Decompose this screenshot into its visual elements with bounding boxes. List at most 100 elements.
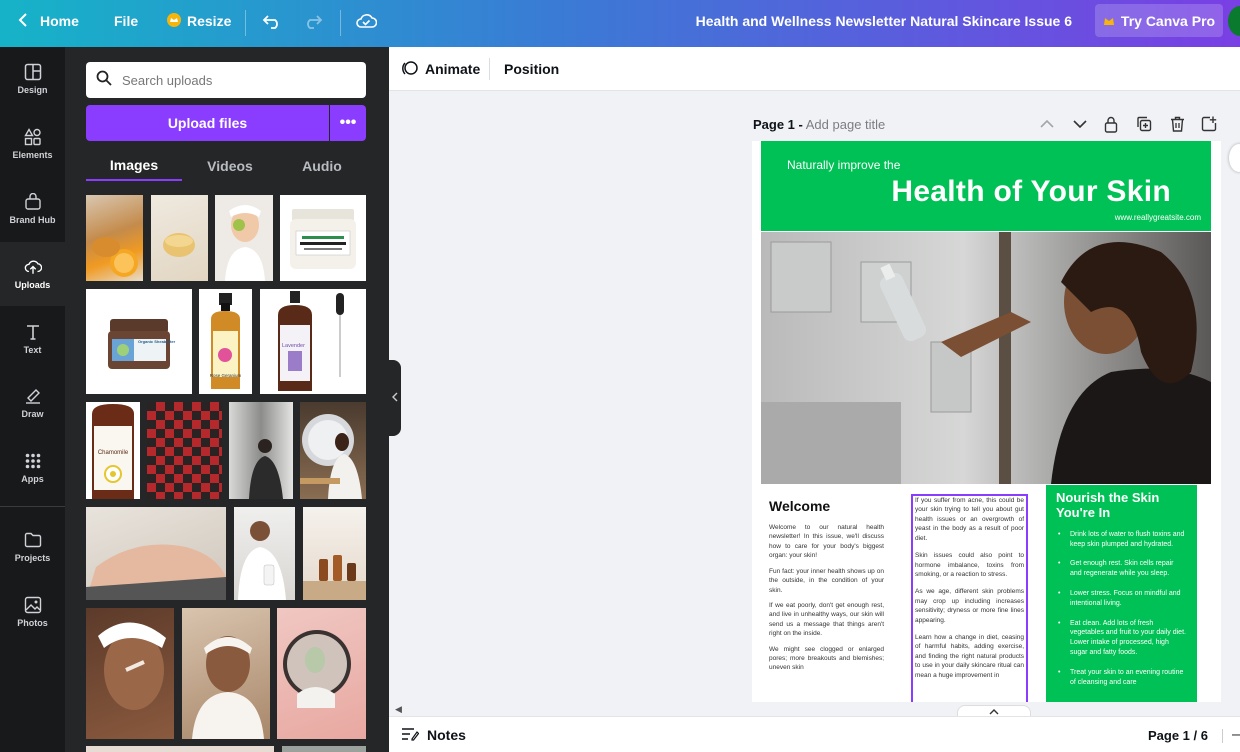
design-page[interactable]: Naturally improve the Health of Your Ski…	[752, 141, 1221, 702]
list-item[interactable]: Drink lots of water to flush toxins and …	[1056, 530, 1187, 550]
rail-item-photos[interactable]: Photos	[0, 580, 65, 644]
notes-label: Notes	[427, 727, 466, 743]
tab-videos[interactable]: Videos	[182, 151, 278, 181]
list-item[interactable]: Eat clean. Add lots of fresh vegetables …	[1056, 619, 1187, 658]
upload-thumbnail[interactable]	[86, 507, 226, 600]
upload-thumbnail[interactable]	[282, 746, 366, 752]
move-page-down-icon[interactable]	[1071, 115, 1089, 133]
upload-thumbnail[interactable]: Organic Sheabutter	[86, 289, 192, 394]
zoom-out-icon[interactable]: –	[1232, 717, 1240, 752]
headline-text[interactable]: Health of Your Skin	[761, 175, 1171, 209]
upload-thumbnail[interactable]	[182, 608, 270, 739]
kicker-text[interactable]: Naturally improve the	[787, 158, 900, 172]
product-label: Rose Geranium	[209, 373, 242, 378]
nourish-heading[interactable]: Nourish the Skin You're In	[1056, 490, 1187, 521]
chevron-left-icon	[392, 392, 398, 405]
upload-thumbnail[interactable]	[151, 195, 208, 281]
rail-label: Design	[17, 85, 48, 95]
welcome-heading[interactable]: Welcome	[769, 498, 884, 514]
animate-icon	[401, 59, 419, 80]
home-button[interactable]: Home	[18, 0, 79, 42]
upload-thumbnail[interactable]	[229, 402, 293, 499]
upload-thumbnail[interactable]	[303, 507, 366, 600]
welcome-paragraph[interactable]: If we eat poorly, don't get enough rest,…	[769, 601, 884, 639]
tab-images[interactable]: Images	[86, 151, 182, 181]
avatar[interactable]	[1228, 6, 1240, 36]
search-icon	[96, 70, 112, 91]
rail-item-uploads[interactable]: Uploads	[0, 242, 65, 306]
page-title-input[interactable]: Add page title	[806, 117, 886, 132]
nourish-box[interactable]: Nourish the Skin You're In Drink lots of…	[1046, 485, 1197, 702]
body-paragraph[interactable]: If you suffer from acne, this could be y…	[915, 496, 1024, 543]
welcome-paragraph[interactable]: We might see clogged or enlarged pores; …	[769, 645, 884, 673]
text-icon	[24, 323, 42, 341]
upload-thumbnail[interactable]	[147, 402, 222, 499]
page-counter[interactable]: Page 1 / 6	[1148, 717, 1208, 752]
image-icon	[24, 596, 42, 614]
list-item[interactable]: Lower stress. Focus on mindful and inten…	[1056, 589, 1187, 609]
search-box[interactable]	[86, 62, 366, 98]
rail-item-elements[interactable]: Elements	[0, 112, 65, 176]
add-page-icon[interactable]	[1200, 115, 1218, 133]
refresh-icon[interactable]	[1229, 144, 1240, 172]
welcome-paragraph[interactable]: Fun fact: your inner health shows up on …	[769, 567, 884, 595]
tab-audio[interactable]: Audio	[278, 151, 366, 181]
lock-icon[interactable]	[1102, 115, 1120, 133]
body-paragraph[interactable]: Skin issues could also point to hormone …	[915, 551, 1024, 579]
welcome-column[interactable]: Welcome Welcome to our natural health ne…	[769, 498, 884, 679]
list-item[interactable]: Treat your skin to an evening routine of…	[1056, 668, 1187, 688]
notes-button[interactable]: Notes	[401, 717, 466, 752]
top-bar: Home File Resize Health and Wellness New…	[0, 0, 1240, 47]
more-options-button[interactable]: •••	[330, 105, 366, 141]
file-menu[interactable]: File	[114, 0, 138, 42]
upload-thumbnail[interactable]	[86, 746, 274, 752]
side-rail: Design Elements Brand Hub Uploads Text D…	[0, 47, 65, 752]
upload-thumbnail[interactable]: Chamomile	[86, 402, 140, 499]
rail-item-text[interactable]: Text	[0, 307, 65, 371]
upload-files-button[interactable]: Upload files	[86, 105, 329, 141]
body-paragraph[interactable]: As we age, different skin problems may c…	[915, 587, 1024, 625]
upload-thumbnail[interactable]	[300, 402, 366, 499]
rail-item-apps[interactable]: Apps	[0, 436, 65, 500]
crown-icon	[167, 12, 181, 30]
upload-thumbnail[interactable]: Lavender	[260, 289, 366, 394]
rail-item-design[interactable]: Design	[0, 47, 65, 111]
rail-item-draw[interactable]: Draw	[0, 371, 65, 435]
body-paragraph[interactable]: Learn how a change in diet, ceasing of h…	[915, 633, 1024, 680]
rail-item-brand-hub[interactable]: Brand Hub	[0, 177, 65, 241]
trash-icon[interactable]	[1168, 115, 1186, 133]
position-button[interactable]: Position	[504, 47, 559, 91]
resize-button[interactable]: Resize	[167, 0, 231, 42]
folder-icon	[24, 531, 42, 549]
cloud-saved-icon[interactable]	[355, 0, 377, 42]
upload-thumbnail[interactable]	[215, 195, 273, 281]
hero-photo[interactable]	[761, 232, 1211, 484]
upload-thumbnail[interactable]	[234, 507, 295, 600]
product-label: Lavender	[282, 343, 305, 349]
hero-banner[interactable]: Naturally improve the Health of Your Ski…	[761, 141, 1211, 231]
animate-label: Animate	[425, 61, 481, 77]
duplicate-page-icon[interactable]	[1135, 115, 1153, 133]
try-pro-button[interactable]: Try Canva Pro	[1095, 4, 1223, 37]
horizontal-scrollbar[interactable]: ◀	[389, 702, 1240, 716]
search-input[interactable]	[122, 72, 352, 88]
document-title[interactable]: Health and Wellness Newsletter Natural S…	[696, 0, 1072, 42]
divider	[245, 10, 246, 36]
welcome-paragraph[interactable]: Welcome to our natural health newsletter…	[769, 523, 884, 561]
upload-thumbnail[interactable]	[277, 608, 366, 739]
product-label: Organic Sheabutter	[138, 339, 176, 344]
website-url[interactable]: www.reallygreatsite.com	[1115, 213, 1201, 222]
upload-thumbnail[interactable]	[280, 195, 366, 281]
upload-thumbnail[interactable]: Rose Geranium	[199, 289, 252, 394]
rail-item-projects[interactable]: Projects	[0, 515, 65, 579]
undo-icon[interactable]	[262, 0, 282, 42]
upload-thumbnail[interactable]	[86, 195, 143, 281]
upload-thumbnail[interactable]	[86, 608, 174, 739]
selected-text-box[interactable]: If you suffer from acne, this could be y…	[911, 494, 1028, 702]
collapse-panel-handle[interactable]	[389, 360, 401, 436]
move-page-up-icon[interactable]	[1038, 115, 1056, 133]
animate-button[interactable]: Animate	[401, 47, 480, 91]
redo-icon[interactable]	[303, 0, 323, 42]
list-item[interactable]: Get enough rest. Skin cells repair and r…	[1056, 559, 1187, 579]
scroll-left-icon[interactable]: ◀	[395, 704, 402, 715]
